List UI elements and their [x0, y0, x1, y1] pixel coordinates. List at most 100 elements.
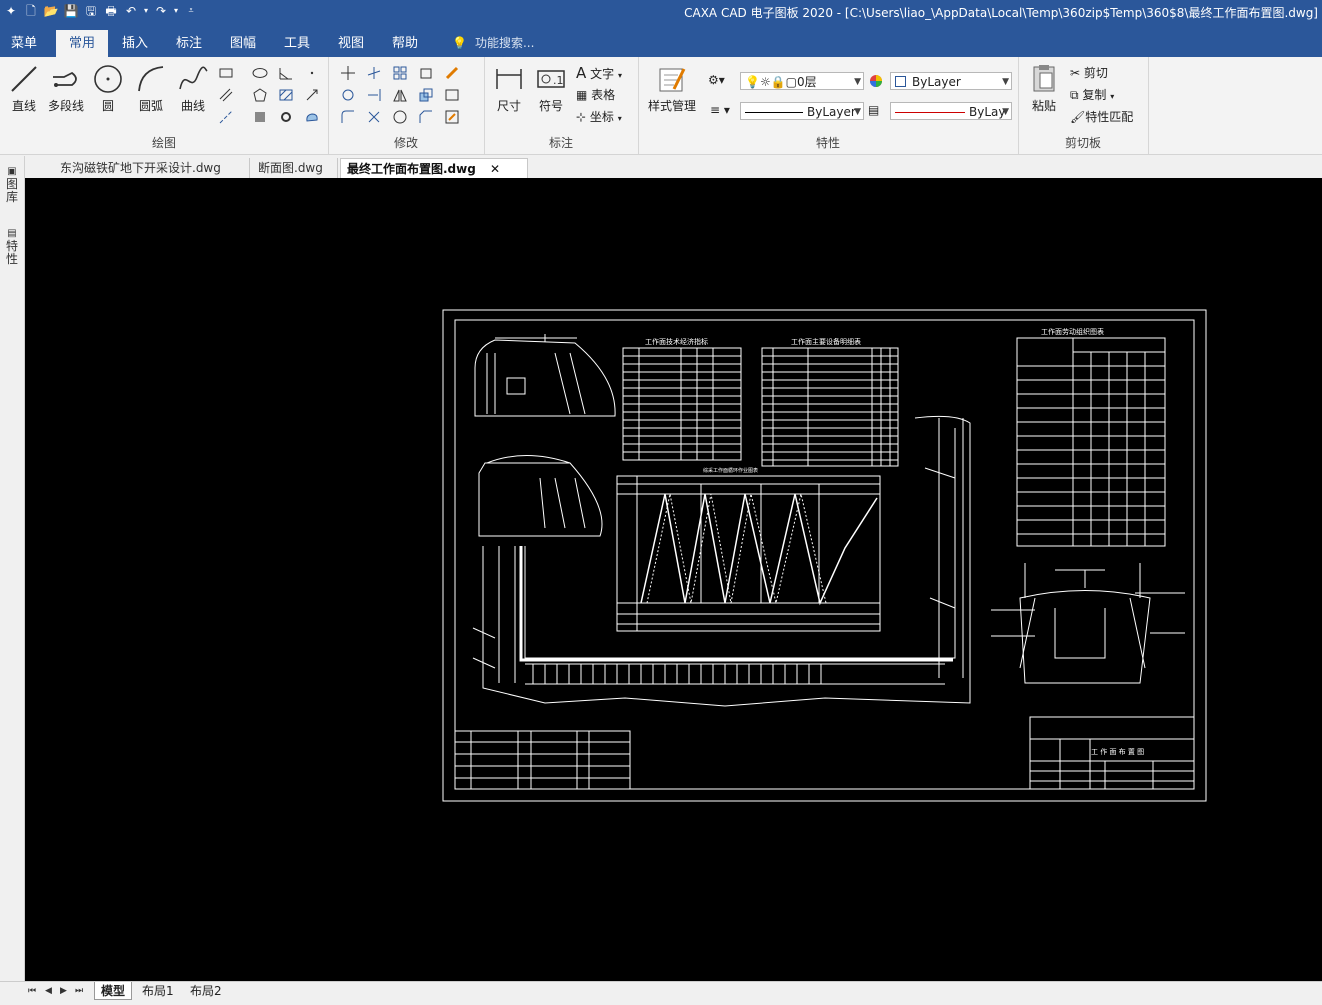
centerline-icon[interactable]	[218, 109, 234, 125]
menu-sheet-tab[interactable]: 图幅	[220, 30, 266, 57]
block-icon[interactable]	[252, 109, 268, 125]
color-wheel-icon[interactable]	[868, 73, 884, 89]
explode-icon[interactable]	[366, 109, 382, 125]
polyline-icon	[53, 71, 77, 87]
rotate-icon[interactable]	[340, 87, 356, 103]
circle-button[interactable]: 圆	[92, 63, 124, 114]
parallel-line-icon[interactable]	[218, 87, 234, 103]
new-file-icon[interactable]: 🗋	[22, 2, 40, 20]
polyline-label: 多段线	[47, 99, 84, 113]
line-button[interactable]: 直线	[8, 63, 40, 114]
table-button[interactable]: ▦ 表格	[576, 86, 615, 103]
ellipse-icon[interactable]	[252, 65, 268, 81]
linetype-value: ByLayer	[807, 105, 856, 119]
close-icon[interactable]: ✕	[490, 162, 500, 176]
break-icon[interactable]	[392, 109, 408, 125]
point-icon[interactable]	[304, 65, 320, 81]
undo-dropdown-icon[interactable]: ▾	[142, 2, 150, 20]
menu-main[interactable]: 菜单	[0, 30, 48, 57]
scale-icon[interactable]	[418, 87, 434, 103]
angle-line-icon[interactable]	[278, 65, 294, 81]
linetype-dropdown[interactable]: ByLayer ▼	[740, 102, 864, 120]
array-icon[interactable]	[392, 65, 408, 81]
layer-tools-icon[interactable]: ⚙▾	[708, 73, 725, 87]
undo-icon[interactable]: ↶	[122, 2, 140, 20]
clipboard-group: 粘贴 ✂ 剪切 ⧉ 复制 ▾ 🖌特性匹配 剪切板	[1018, 57, 1149, 154]
chevron-down-icon: ▼	[854, 107, 861, 117]
rectangle-icon[interactable]	[218, 65, 234, 81]
match-properties-button[interactable]: 🖌特性匹配	[1070, 108, 1133, 125]
coordinate-dropdown-icon: ▾	[617, 114, 622, 123]
annotate-group: 尺寸 .1 符号 A 文字 ▾ ▦ 表格 ⊹ 坐标 ▾ 标注	[484, 57, 639, 154]
print-icon[interactable]: 🖶	[102, 2, 120, 20]
gear-icon[interactable]	[278, 109, 294, 125]
redo-icon[interactable]: ↷	[152, 2, 170, 20]
arc-button[interactable]: 圆弧	[134, 63, 168, 114]
paste-button[interactable]: 粘贴	[1026, 63, 1062, 114]
offset-icon[interactable]	[418, 65, 434, 81]
menu-help-tab[interactable]: 帮助	[382, 30, 428, 57]
circle-icon	[94, 65, 122, 93]
labor-title: 工作面劳动组织图表	[1041, 327, 1104, 336]
mirror-icon[interactable]	[392, 87, 408, 103]
hatch-icon[interactable]	[278, 87, 294, 103]
lineweight-icon[interactable]: ▤	[868, 103, 879, 117]
cloud-line-icon[interactable]	[304, 109, 320, 125]
properties-panel-tab[interactable]: ▤ 特性	[5, 226, 19, 266]
fillet-icon[interactable]	[340, 109, 356, 125]
menu-insert-tab[interactable]: 插入	[112, 30, 158, 57]
layer-dropdown[interactable]: 💡☼🔒▢0层 ▼	[740, 72, 864, 90]
menu-home-tab[interactable]: 常用	[56, 30, 108, 57]
lineweight-dropdown[interactable]: ByLay ▼	[890, 102, 1012, 120]
doc-tab-working-face[interactable]: 最终工作面布置图.dwg ✕	[340, 158, 528, 178]
doc-tab-mine-design[interactable]: 东沟磁铁矿地下开采设计.dwg	[54, 158, 250, 178]
cut-button[interactable]: ✂ 剪切	[1070, 64, 1108, 81]
brush-icon: 🖌	[1070, 110, 1086, 124]
chamfer-icon[interactable]	[418, 109, 434, 125]
menu-tools-tab[interactable]: 工具	[274, 30, 320, 57]
save-as-icon[interactable]: 🖫	[82, 2, 100, 20]
redo-dropdown-icon[interactable]: ▾	[172, 2, 180, 20]
menu-bar: 菜单 常用 插入 标注 图幅 工具 视图 帮助 💡 功能搜索...	[0, 30, 1322, 57]
last-layout-icon[interactable]: ⏭	[75, 986, 83, 996]
erase-icon[interactable]	[444, 65, 460, 81]
layer-state-icons: 💡☼🔒▢	[745, 75, 797, 89]
linetype-scale-icon[interactable]: ≡ ▾	[710, 103, 730, 117]
curve-button[interactable]: 曲线	[176, 63, 210, 114]
color-dropdown[interactable]: ByLayer ▼	[890, 72, 1012, 90]
layout-tab-1[interactable]: 布局1	[136, 982, 180, 1000]
library-panel-tab[interactable]: ▣ 图库	[5, 164, 19, 204]
prev-layout-icon[interactable]: ◀	[45, 986, 52, 996]
extend-icon[interactable]	[366, 87, 382, 103]
cross-section-3	[991, 563, 1185, 684]
customize-qat-icon[interactable]: ⩡	[182, 2, 200, 20]
open-file-icon[interactable]: 📂	[42, 2, 60, 20]
next-layout-icon[interactable]: ▶	[60, 986, 67, 996]
drawing-canvas[interactable]: 工作面技术经济指标 工作面主要设备明细表 工作面劳动组织图表 综采工作面循环作业…	[25, 178, 1322, 981]
text-icon: A	[576, 64, 587, 82]
properties-icon: ▤	[7, 228, 17, 239]
copy-button[interactable]: ⧉ 复制 ▾	[1070, 86, 1114, 103]
layout-tab-model[interactable]: 模型	[94, 982, 133, 1000]
text-button[interactable]: A 文字 ▾	[576, 64, 622, 82]
dimension-button[interactable]: 尺寸	[492, 63, 526, 114]
symbol-button[interactable]: .1 符号	[534, 63, 568, 114]
style-manager-button[interactable]: 样式管理	[644, 63, 700, 114]
symbol-label: 符号	[538, 99, 563, 113]
menu-annotate-tab[interactable]: 标注	[166, 30, 212, 57]
layout-tab-2[interactable]: 布局2	[184, 982, 228, 1000]
doc-tab-section[interactable]: 断面图.dwg	[252, 158, 338, 178]
polyline-button[interactable]: 多段线	[44, 63, 88, 114]
menu-view-tab[interactable]: 视图	[328, 30, 374, 57]
first-layout-icon[interactable]: ⏮	[28, 986, 36, 996]
edit-properties-icon[interactable]	[444, 109, 460, 125]
save-icon[interactable]: 💾	[62, 2, 80, 20]
feature-search[interactable]: 💡 功能搜索...	[452, 30, 534, 57]
move-icon[interactable]	[340, 65, 356, 81]
stretch-icon[interactable]	[444, 87, 460, 103]
trim-icon[interactable]	[366, 65, 382, 81]
coordinate-button[interactable]: ⊹ 坐标 ▾	[576, 108, 622, 125]
polygon-icon[interactable]	[252, 87, 268, 103]
app-logo-icon[interactable]: ✦	[2, 2, 20, 20]
arrow-icon[interactable]	[304, 87, 320, 103]
